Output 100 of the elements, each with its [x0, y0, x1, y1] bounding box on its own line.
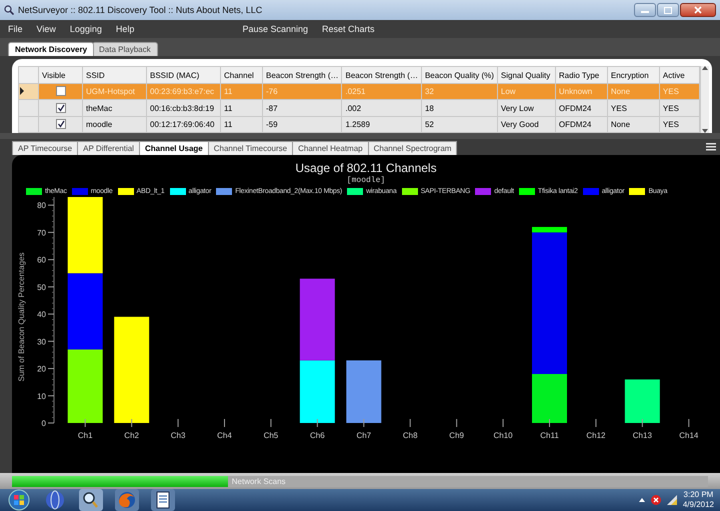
table-cell: YES — [607, 100, 660, 116]
tab[interactable]: Data Playback — [92, 42, 158, 56]
fox-globe-icon[interactable] — [114, 489, 140, 511]
legend-swatch — [629, 188, 646, 195]
column-header[interactable]: Signal Quality — [497, 66, 556, 84]
table-cell: 11 — [220, 100, 262, 116]
clock-time: 3:20 PM — [684, 490, 714, 500]
legend-swatch — [518, 188, 535, 195]
tick-label: 10 — [37, 392, 46, 401]
tick-label: Ch13 — [632, 431, 652, 440]
table-cell: 18 — [421, 100, 498, 116]
window-title: NetSurveyor :: 802.11 Discovery Tool :: Nuts About Nets, LLC — [18, 5, 264, 15]
table-cell: UGM-Hotspot — [82, 84, 146, 100]
column-header[interactable]: Beacon Quality (%) — [421, 66, 498, 84]
minimize-button[interactable] — [634, 3, 656, 17]
tick-label: Ch2 — [124, 431, 139, 440]
chart-subtitle: [moodle] — [346, 176, 386, 185]
table-cell: moodle — [82, 116, 146, 132]
close-button[interactable] — [680, 3, 716, 17]
table-cell: .0251 — [342, 84, 422, 100]
legend-swatch — [216, 188, 232, 195]
table-cell: 11 — [220, 84, 262, 100]
warning-icon[interactable] — [650, 495, 661, 505]
menu-item[interactable]: View — [36, 24, 56, 34]
table-cell: 00:16:cb:b3:8d:19 — [146, 100, 220, 116]
tab[interactable]: Channel Spectrogram — [368, 141, 458, 155]
table-cell: -87 — [262, 100, 342, 116]
column-header[interactable]: SSID — [82, 66, 146, 84]
table-cell: YES — [659, 84, 700, 100]
table-cell: .002 — [342, 100, 422, 116]
tick-mark — [642, 418, 643, 428]
tick-label: 0 — [42, 419, 46, 428]
tab[interactable]: Channel Usage — [138, 141, 209, 155]
checkbox[interactable] — [56, 118, 66, 129]
legend-swatch — [402, 188, 418, 195]
tick-label: Ch6 — [310, 431, 325, 440]
tick-label: Ch10 — [494, 431, 513, 440]
tick-label: Ch1 — [78, 431, 93, 440]
legend-swatch — [347, 188, 364, 195]
legend-swatch — [170, 188, 186, 195]
document-icon[interactable] — [150, 489, 176, 511]
table-cell: None — [607, 116, 660, 132]
tick-label: Ch3 — [170, 431, 186, 440]
tick-mark — [131, 418, 132, 428]
tab[interactable]: Network Discovery — [8, 42, 94, 56]
tick-label: 40 — [37, 310, 46, 320]
table-cell: YES — [659, 116, 700, 132]
table-cell: Very Good — [497, 116, 556, 132]
close-icon — [694, 6, 702, 14]
tick-label: Ch9 — [449, 431, 464, 440]
toolbar-button[interactable]: Pause Scanning — [242, 24, 308, 34]
signal-icon[interactable] — [666, 495, 677, 505]
menu-icon[interactable] — [706, 143, 716, 151]
tick-mark — [316, 418, 318, 428]
table-cell: YES — [659, 100, 700, 116]
legend-swatch — [72, 188, 88, 195]
column-header[interactable]: Beacon Strength (… — [342, 66, 422, 84]
table-cell: OFDM24 — [555, 116, 608, 132]
table-cell: Unknown — [555, 84, 608, 100]
tab[interactable]: AP Differential — [77, 141, 140, 155]
maximize-button[interactable] — [657, 3, 679, 17]
tab[interactable]: Channel Heatmap — [292, 141, 369, 155]
tab[interactable]: Channel Timecourse — [208, 141, 294, 155]
table-cell: theMac — [82, 100, 146, 116]
tick-mark — [84, 418, 86, 428]
column-header[interactable]: Active — [659, 66, 700, 84]
column-header[interactable]: BSSID (MAC) — [146, 66, 220, 84]
checkbox[interactable] — [56, 86, 66, 96]
current-row-icon — [20, 86, 25, 95]
tick-mark — [178, 418, 179, 428]
menu-item[interactable]: Logging — [70, 24, 102, 34]
table-cell: OFDM24 — [555, 100, 608, 116]
magnifier-icon[interactable] — [78, 489, 104, 511]
column-header[interactable]: Radio Type — [555, 66, 608, 84]
column-header[interactable]: Beacon Strength (… — [262, 66, 342, 84]
chart-bar — [300, 360, 335, 423]
tick-label: Ch14 — [679, 431, 698, 440]
column-header[interactable]: Encryption — [607, 66, 660, 84]
toolbar-button[interactable]: Reset Charts — [322, 24, 375, 34]
table-cell: -59 — [262, 116, 342, 132]
tick-label: Ch7 — [356, 431, 372, 440]
axis-title: Sum of Beacon Quality Percentages — [17, 252, 26, 382]
menu-item[interactable]: Help — [116, 24, 134, 34]
clock-date: 4/9/2012 — [682, 500, 714, 510]
tick-label: 20 — [37, 364, 46, 374]
table-cell: Very Low — [497, 100, 556, 116]
tab[interactable]: AP Timecourse — [12, 141, 78, 155]
tick-mark — [595, 418, 596, 428]
progress-label: Network Scans — [232, 476, 286, 486]
checkbox[interactable] — [56, 102, 66, 113]
column-header[interactable]: Channel — [220, 66, 262, 84]
start-orb-icon[interactable] — [6, 489, 32, 511]
caret-icon[interactable] — [638, 498, 645, 502]
table-cell: 52 — [421, 116, 498, 132]
table-cell: 32 — [421, 84, 498, 100]
table-cell: Low — [497, 84, 556, 100]
legend-swatch — [26, 188, 42, 195]
table-cell: None — [607, 84, 660, 100]
column-header[interactable]: Visible — [38, 66, 82, 84]
menu-item[interactable]: File — [8, 24, 23, 34]
